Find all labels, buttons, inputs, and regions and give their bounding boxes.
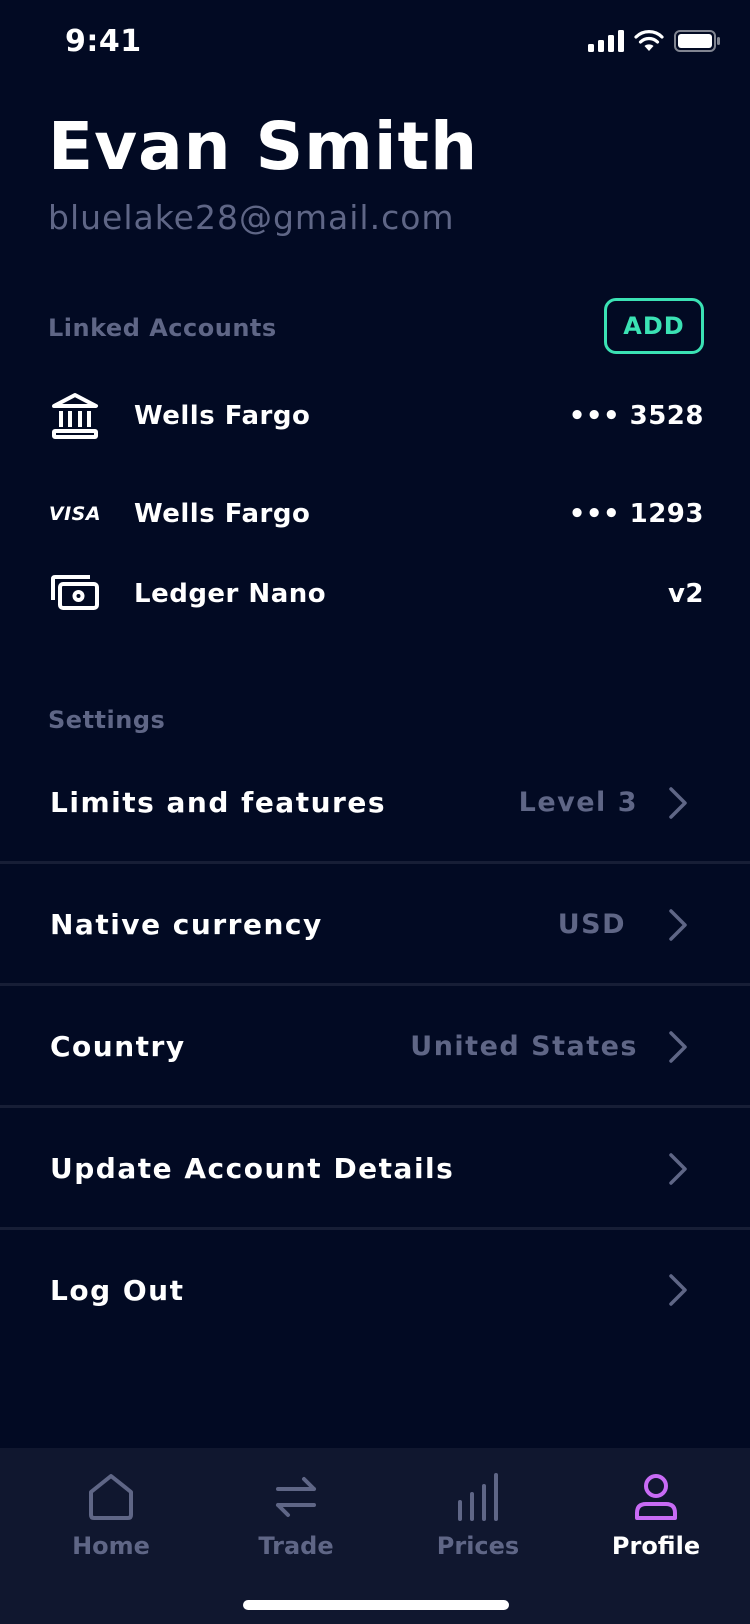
tab-bar: Home Trade Prices Profile (0, 1448, 750, 1624)
account-version: v2 (667, 579, 704, 609)
tab-prices[interactable]: Prices (398, 1472, 558, 1560)
chevron-right-icon (669, 1274, 687, 1306)
bar-chart-icon (458, 1473, 498, 1521)
settings-label: Settings (48, 706, 166, 734)
profile-email: bluelake28@gmail.com (48, 198, 455, 237)
linked-accounts-label: Linked Accounts (48, 314, 277, 342)
account-number: ••• 1293 (568, 499, 704, 529)
home-indicator (243, 1600, 509, 1610)
add-account-button[interactable]: ADD (604, 298, 704, 354)
settings-row-label: Limits and features (50, 786, 386, 819)
chevron-right-icon (669, 908, 687, 941)
visa-icon: VISA (48, 487, 102, 541)
wifi-icon (634, 30, 664, 51)
tab-label: Trade (258, 1532, 334, 1560)
profile-name: Evan Smith (48, 108, 479, 185)
status-time: 9:41 (65, 24, 142, 59)
hardware-wallet-icon (48, 567, 102, 621)
settings-row-native-currency[interactable]: Native currency USD (0, 866, 750, 986)
battery-icon (674, 30, 720, 52)
tab-home[interactable]: Home (31, 1472, 191, 1560)
visa-logo-text: VISA (48, 503, 102, 525)
settings-row-label: Country (50, 1030, 186, 1063)
settings-row-label: Native currency (50, 908, 323, 941)
swap-arrows-icon (276, 1477, 316, 1517)
account-name: Ledger Nano (134, 579, 327, 609)
bank-icon (48, 389, 102, 443)
settings-row-country[interactable]: Country United States (0, 988, 750, 1108)
cellular-signal-icon (588, 30, 624, 52)
settings-row-value: Level 3 (518, 787, 638, 818)
chevron-right-icon (669, 786, 687, 819)
account-name: Wells Fargo (134, 401, 311, 431)
status-icons (588, 30, 720, 52)
settings-row-limits[interactable]: Limits and features Level 3 (0, 744, 750, 864)
linked-account-row[interactable]: VISA Wells Fargo ••• 1293 (48, 484, 704, 544)
tab-label: Prices (436, 1532, 520, 1560)
tab-label: Profile (611, 1532, 701, 1560)
account-number: ••• 3528 (568, 401, 704, 431)
settings-row-value: United States (410, 1031, 638, 1062)
tab-profile[interactable]: Profile (576, 1472, 736, 1560)
chevron-right-icon (669, 1030, 687, 1063)
tab-label: Home (72, 1532, 150, 1560)
settings-row-label: Log Out (50, 1273, 185, 1307)
user-icon (635, 1474, 677, 1520)
tab-trade[interactable]: Trade (216, 1472, 376, 1560)
settings-row-update-account[interactable]: Update Account Details (0, 1110, 750, 1230)
settings-row-value: USD (557, 909, 626, 940)
linked-account-row[interactable]: Wells Fargo ••• 3528 (48, 386, 704, 446)
chevron-right-icon (669, 1152, 687, 1185)
linked-account-row[interactable]: Ledger Nano v2 (48, 564, 704, 624)
home-icon (89, 1474, 133, 1520)
settings-row-label: Update Account Details (50, 1152, 455, 1185)
settings-row-log-out[interactable]: Log Out (0, 1230, 750, 1350)
account-name: Wells Fargo (134, 499, 311, 529)
